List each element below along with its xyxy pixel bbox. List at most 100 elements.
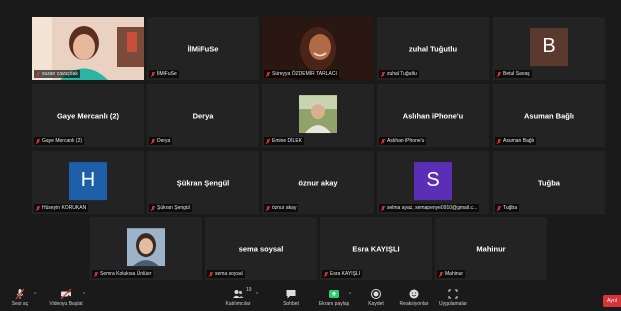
- muted-mic-icon: [14, 287, 26, 300]
- muted-mic-icon: [497, 71, 501, 77]
- participant-tile[interactable]: Şükran Şengül Şükran Şengül: [147, 151, 259, 214]
- video-options-chevron-icon[interactable]: ^: [83, 292, 85, 298]
- participant-name-label: Mahinur: [437, 270, 466, 278]
- share-screen-label: Ekranı paylaş: [318, 301, 350, 307]
- participant-tile[interactable]: B Betul Savaş: [493, 17, 605, 80]
- participant-name: zuhal Tuğutlu: [387, 71, 417, 77]
- participant-tile[interactable]: H Hüseyin KORUKAN: [32, 151, 144, 214]
- participant-name-label: selma ayaz, semapenye0910@gmail.c...: [379, 204, 480, 212]
- participant-name: Tuğba: [503, 205, 517, 211]
- apps-icon: [447, 287, 459, 299]
- participant-name-label: öznur akay: [264, 204, 299, 212]
- avatar-initial: S: [414, 161, 452, 200]
- participant-tile[interactable]: Aslıhan iPhone'u Aslıhan iPhone'u: [377, 84, 489, 147]
- participant-name: Asuman Bağlı: [503, 138, 535, 144]
- muted-mic-icon: [36, 205, 40, 211]
- participant-tile[interactable]: Derya Derya: [147, 84, 259, 147]
- participant-tile[interactable]: Semra Kolukısa Ünlüer: [90, 217, 202, 280]
- leave-meeting-button[interactable]: Ayrıl: [603, 295, 621, 307]
- muted-mic-icon: [151, 71, 155, 77]
- participant-display-name: Esra KAYIŞLI: [352, 244, 400, 253]
- participant-display-name: Tuğba: [538, 178, 560, 187]
- record-label: Kaydet: [368, 301, 384, 307]
- participant-display-name: Gaye Mercanlı (2): [56, 111, 120, 120]
- participant-photo: [299, 94, 337, 133]
- participant-name-label: Şükran Şengül: [149, 204, 192, 212]
- muted-mic-icon: [266, 71, 270, 77]
- participant-tile[interactable]: Esra KAYIŞLI Esra KAYIŞLI: [320, 217, 432, 280]
- participant-tile[interactable]: İlMiFuSe İlMiFuSe: [147, 17, 259, 80]
- participant-display-name: İlMiFuSe: [187, 44, 219, 53]
- participant-name-label: Esra KAYIŞLI: [322, 270, 363, 278]
- participant-tile[interactable]: Tuğba Tuğba: [493, 151, 605, 214]
- video-off-icon: [60, 287, 72, 300]
- participant-tile[interactable]: Asuman Bağlı Asuman Bağlı: [493, 84, 605, 147]
- participant-name-label: Asuman Bağlı: [495, 137, 537, 145]
- participant-tile[interactable]: suzan cavuşdak: [32, 17, 144, 80]
- participant-display-name: sema soysal: [238, 244, 284, 253]
- participant-display-name: Derya: [192, 111, 214, 120]
- participant-name: suzan cavuşdak: [42, 71, 78, 77]
- participant-display-name: Şükran Şengül: [176, 178, 230, 187]
- participant-tile[interactable]: sema soysal sema soysal: [205, 217, 317, 280]
- muted-mic-icon: [94, 271, 98, 277]
- unmute-label: Sesi aç: [11, 301, 29, 307]
- participant-name-label: Tuğba: [495, 204, 519, 212]
- chat-label: Sohbet: [283, 301, 299, 307]
- avatar-initial: H: [69, 161, 107, 200]
- participant-name-label: Betul Savaş: [495, 70, 532, 78]
- muted-mic-icon: [36, 71, 40, 77]
- participants-chevron-icon[interactable]: ^: [256, 292, 258, 298]
- start-video-label: Videoyu Başlat: [49, 301, 83, 307]
- muted-mic-icon: [151, 138, 155, 144]
- muted-mic-icon: [324, 271, 328, 277]
- muted-mic-icon: [439, 271, 443, 277]
- participant-tile[interactable]: Mahinur Mahinur: [435, 217, 547, 280]
- smiley-icon: [408, 287, 420, 299]
- chat-icon: [285, 287, 297, 299]
- participant-grid: suzan cavuşdak İlMiFuSe İlMiFuSe Süreyya Ö…: [0, 0, 621, 284]
- participant-name-label: Aslıhan iPhone'u: [379, 137, 427, 145]
- muted-mic-icon: [151, 205, 155, 211]
- participant-name: Şükran Şengül: [157, 205, 190, 211]
- muted-mic-icon: [381, 205, 385, 211]
- participant-display-name: zuhal Tuğutlu: [408, 44, 458, 53]
- participant-name-label: Gaye Mercanlı (2): [34, 137, 85, 145]
- participants-label: Katılımcılar: [225, 301, 251, 307]
- muted-mic-icon: [266, 138, 270, 144]
- participant-name: İlMiFuSe: [157, 71, 177, 77]
- participant-display-name: Mahinur: [476, 244, 506, 253]
- participant-tile[interactable]: öznur akay öznur akay: [262, 151, 374, 214]
- participant-tile[interactable]: Süreyya ÖZDEMİR TARLACI: [262, 17, 374, 80]
- muted-mic-icon: [381, 71, 385, 77]
- muted-mic-icon: [36, 138, 40, 144]
- participants-icon: [232, 287, 244, 299]
- audio-options-chevron-icon[interactable]: ^: [34, 292, 36, 298]
- record-icon: [370, 287, 382, 299]
- participant-name-label: suzan cavuşdak: [34, 70, 80, 78]
- participant-display-name: Asuman Bağlı: [523, 111, 574, 120]
- participant-photo: [127, 227, 165, 266]
- participant-tile[interactable]: zuhal Tuğutlu zuhal Tuğutlu: [377, 17, 489, 80]
- apps-button[interactable]: Uygulamalar: [428, 287, 478, 307]
- muted-mic-icon: [497, 138, 501, 144]
- unmute-button[interactable]: Sesi aç: [0, 287, 45, 307]
- participant-name: Mahinur: [445, 271, 464, 277]
- participant-name: Betul Savaş: [503, 71, 530, 77]
- participant-display-name: Aslıhan iPhone'u: [402, 111, 464, 120]
- participant-name: Derya: [157, 138, 171, 144]
- participant-name: öznur akay: [272, 205, 297, 211]
- participant-name-label: Semra Kolukısa Ünlüer: [92, 270, 154, 278]
- participant-name: Gaye Mercanlı (2): [42, 138, 83, 144]
- meeting-toolbar: Sesi aç ^ Videoyu Başlat ^ Katılımcılar …: [0, 284, 621, 311]
- participant-name: selma ayaz, semapenye0910@gmail.c...: [387, 205, 478, 211]
- participant-name: Emine DİLEK: [272, 138, 303, 144]
- participant-name-label: Hüseyin KORUKAN: [34, 204, 89, 212]
- reactions-label: Reaksiyonlar: [399, 301, 429, 307]
- participant-tile[interactable]: Gaye Mercanlı (2) Gaye Mercanlı (2): [32, 84, 144, 147]
- participant-name: sema soysal: [215, 271, 243, 277]
- participant-tile[interactable]: Emine DİLEK: [262, 84, 374, 147]
- participant-display-name: öznur akay: [298, 178, 338, 187]
- participant-tile[interactable]: Sselma ayaz, semapenye0910@gmail.c...: [377, 151, 489, 214]
- participant-name-label: Emine DİLEK: [264, 137, 305, 145]
